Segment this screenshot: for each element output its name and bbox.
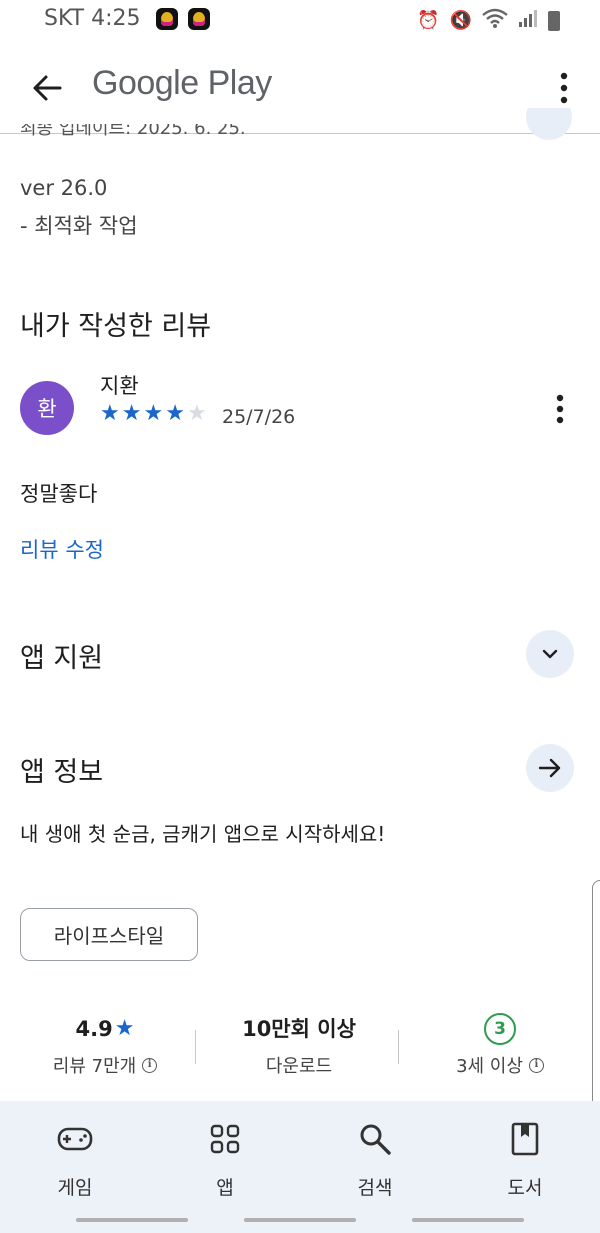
back-button[interactable]: [26, 66, 70, 110]
gesture-bar: [244, 1218, 356, 1222]
version-text: ver 26.0: [20, 176, 108, 200]
bottom-navigation: 게임 앱 검색 도서: [0, 1101, 600, 1233]
divider: [195, 1030, 196, 1064]
star-empty-icon: ★: [186, 401, 207, 426]
star-icon: ★: [114, 1016, 135, 1041]
review-text: 정말좋다: [20, 482, 98, 506]
status-time: SKT 4:25: [44, 6, 141, 31]
star-filled-icon: ★: [165, 401, 185, 426]
notification-app-icon: [156, 8, 178, 30]
changelog-text: - 최적화 작업: [20, 214, 138, 238]
alarm-icon: ⏰: [417, 10, 440, 31]
rating-value: 4.9: [75, 1017, 113, 1041]
rating-label: 리뷰 7만개: [52, 1056, 137, 1077]
downloads-stat: 10만회 이상 다운로드: [205, 1012, 393, 1078]
star-filled-icon: ★: [100, 401, 120, 426]
gesture-bar: [76, 1218, 188, 1222]
app-support-expand-button[interactable]: [526, 630, 574, 678]
mute-icon: 🔇: [449, 10, 472, 31]
last-updated-text: 최종 업데이트: 2025. 6. 25.: [20, 124, 246, 139]
page-title: Google Play: [92, 64, 272, 102]
nav-label: 도서: [507, 1177, 543, 1199]
review-date: 25/7/26: [222, 406, 296, 428]
more-options-button[interactable]: [558, 68, 570, 108]
edit-review-link[interactable]: 리뷰 수정: [20, 534, 104, 564]
wifi-icon: [482, 8, 508, 34]
downloads-label: 다운로드: [265, 1056, 333, 1077]
arrow-left-icon: [33, 75, 62, 101]
avatar: 환: [20, 381, 74, 435]
app-info-open-button[interactable]: [526, 744, 574, 792]
star-rating: ★ ★ ★ ★ ★: [100, 402, 207, 426]
review-options-button[interactable]: [553, 393, 567, 425]
notification-app-icon: [188, 8, 210, 30]
search-icon: [360, 1124, 391, 1155]
age-rating-label: 3세 이상: [456, 1056, 523, 1077]
apps-grid-icon: [210, 1124, 240, 1154]
app-info-heading: 앱 정보: [20, 757, 104, 788]
signal-icon: [518, 8, 538, 34]
age-rating-badge: 3: [484, 1013, 516, 1045]
nav-label: 검색: [357, 1177, 393, 1199]
arrow-right-icon: [538, 758, 561, 778]
info-icon: i: [528, 1057, 544, 1073]
nav-item-games[interactable]: 게임: [25, 1121, 125, 1200]
battery-icon: [548, 11, 560, 31]
divider: [398, 1030, 399, 1064]
app-description: 내 생애 첫 순금, 금캐기 앱으로 시작하세요!: [20, 822, 386, 846]
book-icon: [511, 1122, 539, 1156]
info-icon: i: [142, 1057, 158, 1073]
nav-label: 앱: [216, 1177, 234, 1199]
reviewer-name: 지환: [100, 374, 139, 398]
nav-label: 게임: [57, 1177, 93, 1199]
chevron-down-icon: [542, 649, 558, 659]
app-bar: Google Play: [0, 42, 600, 134]
more-vert-icon: [556, 394, 564, 424]
star-filled-icon: ★: [143, 401, 164, 426]
more-vert-icon: [560, 72, 568, 104]
app-stats: 4.9 ★ 리뷰 7만개 i 10만회 이상 다운로드 3 3세 이상 i: [0, 1012, 600, 1092]
rating-stat[interactable]: 4.9 ★ 리뷰 7만개 i: [20, 1012, 190, 1078]
category-chip[interactable]: 라이프스타일: [20, 908, 198, 961]
downloads-value: 10만회 이상: [242, 1017, 356, 1041]
gamepad-icon: [57, 1127, 93, 1151]
nav-item-search[interactable]: 검색: [325, 1121, 425, 1200]
nav-item-books[interactable]: 도서: [475, 1121, 575, 1200]
app-support-heading: 앱 지원: [20, 643, 104, 674]
gesture-bar: [412, 1218, 524, 1222]
status-icons: ⏰ 🔇: [417, 8, 560, 34]
age-rating-stat[interactable]: 3 3세 이상 i: [410, 1012, 590, 1078]
star-filled-icon: ★: [121, 401, 142, 426]
nav-item-apps[interactable]: 앱: [175, 1121, 275, 1200]
my-review-heading: 내가 작성한 리뷰: [20, 311, 212, 342]
whats-new-expand-button[interactable]: [526, 108, 572, 142]
status-bar: SKT 4:25 ⏰ 🔇: [0, 0, 600, 42]
